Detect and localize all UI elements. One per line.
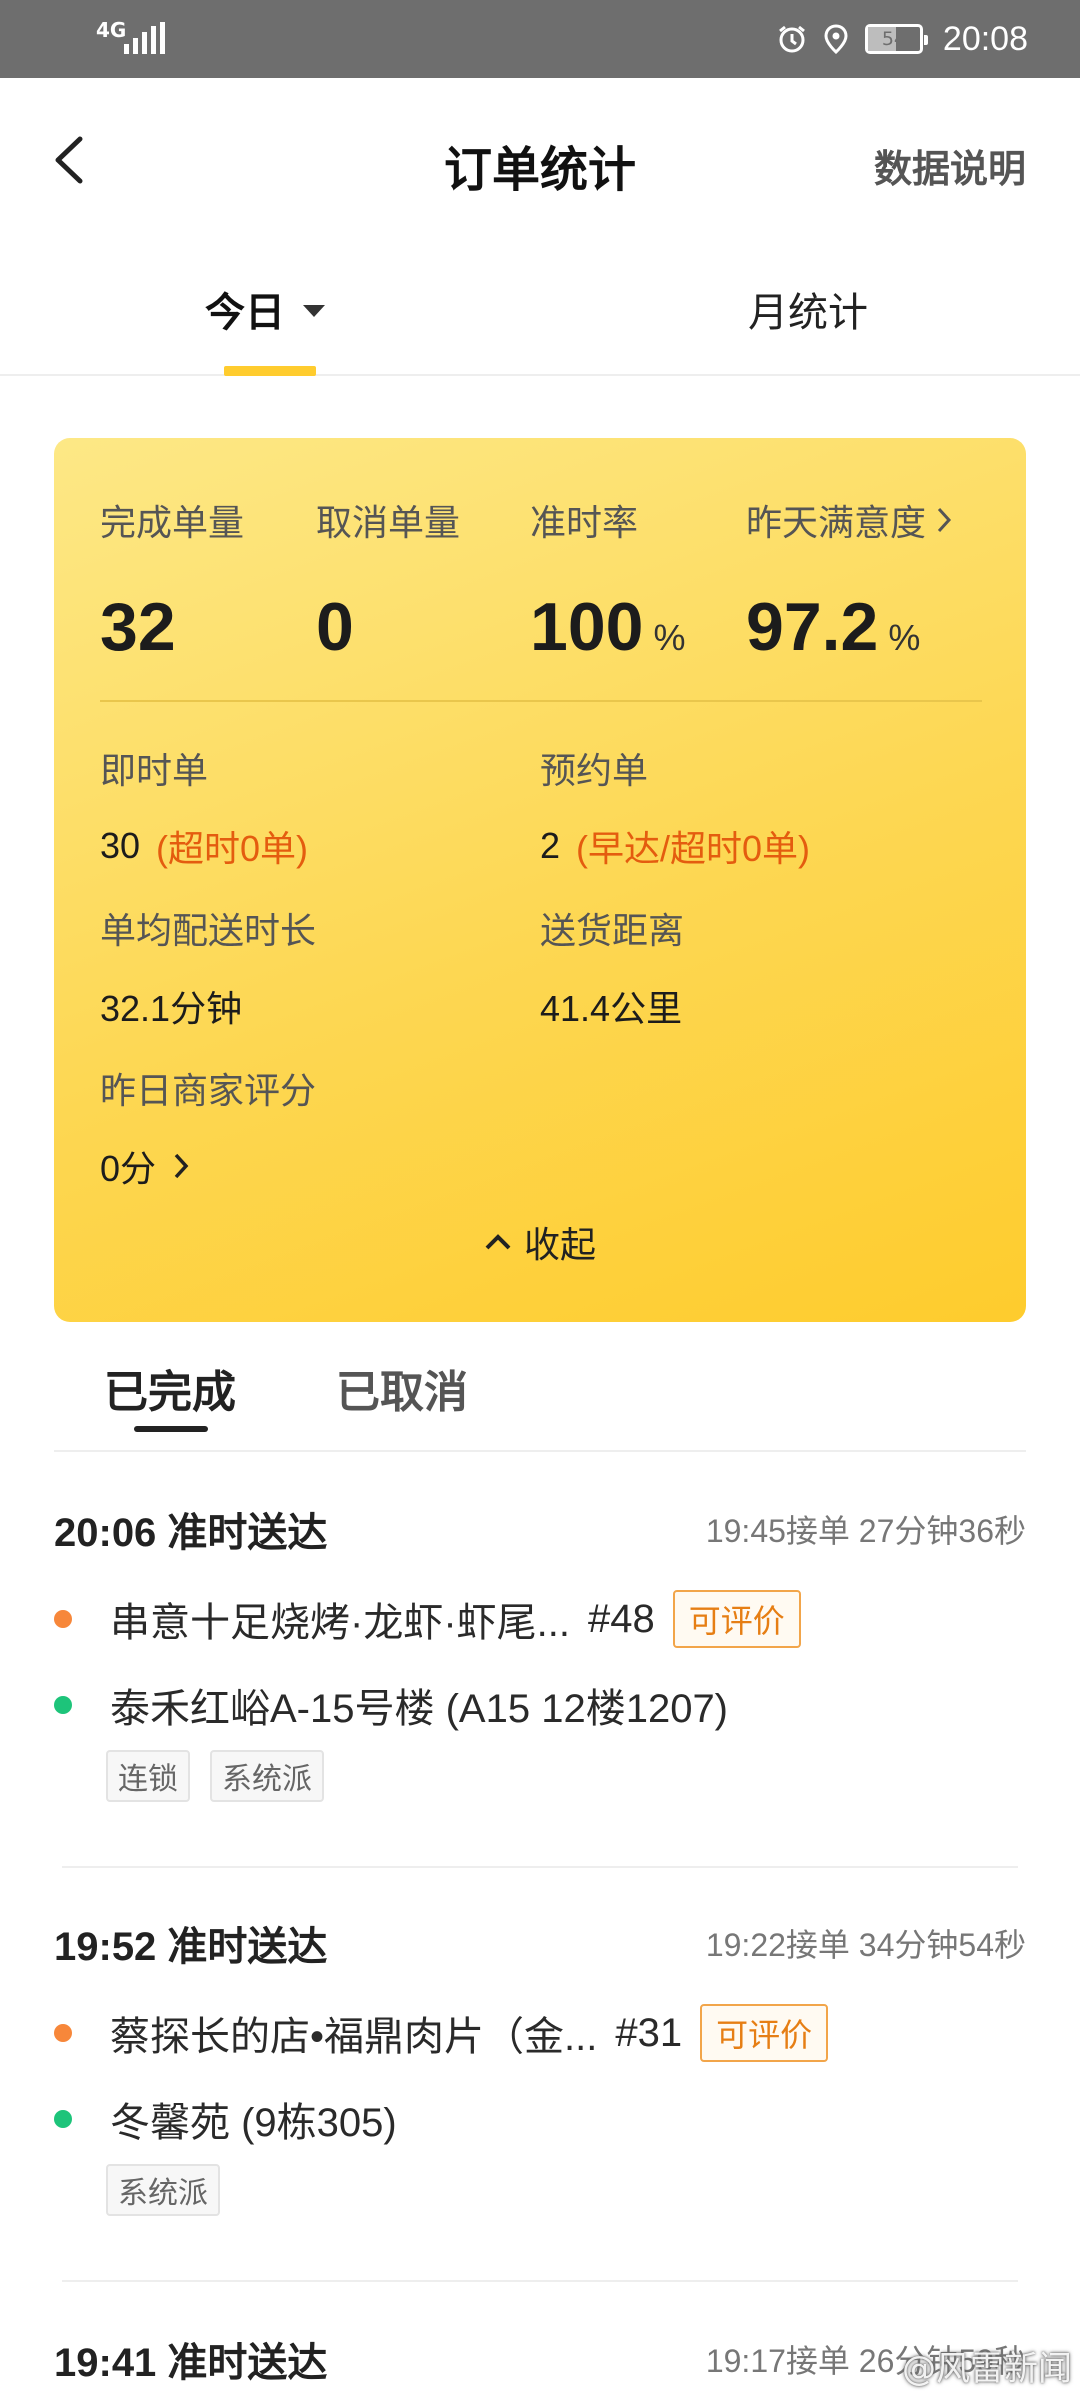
detail-merchant-score[interactable]: 昨日商家评分 0分 [100,1062,316,1192]
detail-avg-time: 单均配送时长 32.1分钟 [100,902,316,1032]
order-address-row: 冬馨苑 (9栋305) [54,2076,1026,2162]
detail-distance-value: 41.4公里 [540,988,683,1029]
card-divider [100,700,982,702]
collapse-button[interactable]: 收起 [54,1216,1026,1268]
order-meta: 19:45接单 27分钟36秒 [705,1513,1026,1549]
detail-reserved-value: 2 [540,825,561,866]
stat-cancelled-value: 0 [316,589,354,665]
detail-reserved: 预约单 2 (早达/超时0单) [540,742,810,872]
chevron-right-icon [174,1153,189,1179]
clock: 20:08 [942,19,1028,58]
stat-ontime-label: 准时率 [530,503,639,544]
nav-bar: 订单统计 数据说明 [0,78,1080,248]
shop-dot-icon [54,2024,72,2042]
tab-today-label: 今日 [205,290,285,336]
address-dot-icon [54,2110,72,2128]
stat-satisfaction-value: 97.2% [746,588,952,666]
stat-cancelled: 取消单量 0 [316,494,460,666]
detail-instant: 即时单 30 (超时0单) [100,742,308,872]
stat-ontime-unit: % [653,617,686,658]
detail-reserved-value-row: 2 (早达/超时0单) [540,820,810,872]
watermark: @风雷新闻 [902,2349,1072,2389]
detail-reserved-label: 预约单 [540,751,649,792]
detail-avg-time-label: 单均配送时长 [100,911,317,952]
order-card[interactable]: 20:06 准时送达 19:45接单 27分钟36秒 串意十足烧烤·龙虾·虾尾.… [54,1500,1026,1802]
battery-icon: 54 [864,24,928,54]
order-tag: 系统派 [210,1750,324,1802]
order-shop-row: 蔡探长的店•福鼎肉片（金... #31 可评价 [54,1990,1026,2076]
detail-merchant-score-value: 0分 [100,1148,157,1189]
order-address-row: 泰禾红峪A-15号楼 (A15 12楼1207) [54,1662,1026,1748]
alarm-icon [777,24,807,54]
detail-instant-label: 即时单 [100,751,209,792]
stat-ontime: 准时率 100% [530,494,685,666]
stats-card: 完成单量 32 取消单量 0 准时率 100% 昨天满意度 97.2% 即时单 … [54,438,1026,1322]
shop-dot-icon [54,1610,72,1628]
active-order-tab-indicator [134,1426,208,1432]
stat-satisfaction-unit: % [888,617,921,658]
tab-month[interactable]: 月统计 [748,280,868,338]
detail-merchant-score-row[interactable]: 0分 [100,1140,316,1192]
stat-completed-value: 32 [100,589,176,665]
tab-today[interactable]: 今日 [205,280,325,338]
order-tags: 连锁 系统派 [106,1750,1026,1802]
order-shop-row: 串意十足烧烤·龙虾·虾尾... #48 可评价 [54,1576,1026,1662]
detail-instant-value-row: 30 (超时0单) [100,820,308,872]
order-shop: 蔡探长的店•福鼎肉片（金... [110,2015,598,2059]
stat-satisfaction-label-text: 昨天满意度 [746,503,927,544]
detail-distance-label: 送货距离 [540,911,685,952]
detail-distance: 送货距离 41.4公里 [540,902,684,1032]
order-status-tabs: 已完成 已取消 [54,1322,1026,1452]
caret-down-icon [303,305,325,317]
stat-completed-label: 完成单量 [100,503,245,544]
order-status: 20:06 准时送达 [54,1511,328,1555]
active-tab-indicator [224,366,316,376]
chevron-up-icon [485,1234,511,1250]
order-status: 19:41 准时送达 [54,2341,328,2385]
detail-reserved-note: (早达/超时0单) [576,828,811,869]
data-explanation-link[interactable]: 数据说明 [874,138,1026,193]
stat-satisfaction[interactable]: 昨天满意度 97.2% [746,494,952,666]
order-number: #31 [615,2010,683,2055]
order-card[interactable]: 19:41 准时送达 19:17接单 26分钟59秒 [54,2330,1026,2390]
order-status: 19:52 准时送达 [54,1925,328,1969]
stat-satisfaction-label[interactable]: 昨天满意度 [746,494,952,546]
signal-icon [124,22,165,54]
detail-avg-time-value: 32.1分钟 [100,988,243,1029]
order-divider [62,2280,1018,2282]
order-address: 冬馨苑 (9栋305) [110,2101,397,2145]
order-tag: 系统派 [106,2164,220,2216]
period-tabs: 今日 月统计 [0,250,1080,376]
order-tags: 系统派 [106,2164,1026,2216]
order-divider [62,1866,1018,1868]
stat-completed: 完成单量 32 [100,494,244,666]
collapse-label: 收起 [523,1225,596,1266]
stat-cancelled-label: 取消单量 [316,503,461,544]
tab-cancelled[interactable]: 已取消 [336,1356,468,1420]
chevron-right-icon [937,507,952,533]
location-icon [821,24,851,54]
status-bar: 4G 54 20:08 [0,0,1080,78]
address-dot-icon [54,1696,72,1714]
order-address: 泰禾红峪A-15号楼 (A15 12楼1207) [110,1687,729,1731]
network-type: 4G [96,18,127,42]
order-card[interactable]: 19:52 准时送达 19:22接单 34分钟54秒 蔡探长的店•福鼎肉片（金.… [54,1914,1026,2216]
rate-button[interactable]: 可评价 [700,2004,829,2062]
tab-completed[interactable]: 已完成 [104,1356,236,1420]
order-meta: 19:22接单 34分钟54秒 [705,1927,1026,1963]
detail-merchant-score-label: 昨日商家评分 [100,1071,317,1112]
stat-ontime-value: 100% [530,588,685,666]
stat-satisfaction-number: 97.2 [746,589,879,665]
order-number: #48 [587,1596,655,1641]
order-tag: 连锁 [106,1750,190,1802]
order-shop: 串意十足烧烤·龙虾·虾尾... [110,1601,570,1645]
battery-level: 54 [881,28,906,50]
rate-button[interactable]: 可评价 [672,1590,801,1648]
stat-ontime-number: 100 [530,589,644,665]
detail-instant-value: 30 [100,825,141,866]
detail-instant-note: (超时0单) [156,828,309,869]
